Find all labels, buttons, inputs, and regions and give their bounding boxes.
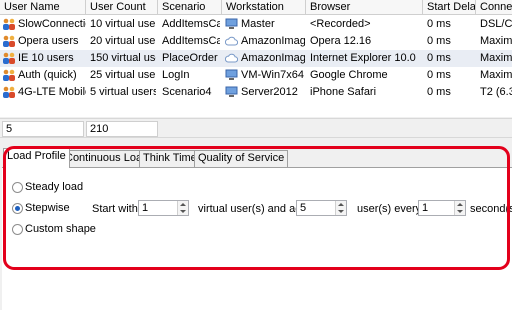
cloud-icon (225, 33, 239, 50)
cell-start-delay: 0 ms (427, 69, 451, 81)
spin-down-icon[interactable] (457, 210, 463, 213)
tab-quality-of-service[interactable]: Quality of Service (194, 150, 289, 167)
computer-icon (225, 67, 239, 84)
start-with-label: Start with (92, 203, 138, 215)
user-group-icon (2, 86, 16, 99)
cell-browser: Google Chrome (310, 69, 388, 81)
interval-stepper[interactable]: 1 (418, 200, 466, 216)
cell-browser: Opera 12.16 (310, 35, 372, 47)
summary-row: 5 210 (0, 118, 512, 138)
cell-user-count: 25 virtual users (90, 69, 156, 81)
group-count-total: 5 (2, 121, 84, 137)
column-header-connection[interactable]: Connection (476, 0, 512, 15)
cell-workstation: AmazonImage2 (241, 35, 305, 47)
steady-load-label[interactable]: Steady load (25, 180, 83, 194)
user-group-icon (2, 18, 16, 31)
column-header-user-count[interactable]: User Count (86, 0, 158, 15)
cell-connection: T2 (6.3M) (480, 86, 512, 98)
column-header-workstation[interactable]: Workstation (222, 0, 306, 15)
cell-scenario: LogIn (162, 69, 190, 81)
spin-up-icon[interactable] (338, 203, 344, 206)
stepwise-radio[interactable] (12, 203, 23, 214)
spin-up-icon[interactable] (457, 203, 463, 206)
vu-and-add-label: virtual user(s) and add (198, 203, 308, 215)
column-header-scenario[interactable]: Scenario (158, 0, 222, 15)
cell-user-name: IE 10 users (18, 52, 74, 64)
user-group-icon (2, 52, 16, 65)
table-row[interactable]: 4G-LTE Mobile 5 virtual users Scenario4 Ser… (0, 84, 512, 101)
computer-icon (225, 84, 239, 101)
user-group-icon (2, 35, 16, 48)
table-row[interactable]: Auth (quick) 25 virtual users LogIn VM-Win7… (0, 67, 512, 84)
add-users-spin-buttons[interactable] (335, 201, 346, 215)
tab-load-profile[interactable]: Load Profile (3, 148, 70, 168)
table-row[interactable]: SlowConnection 10 virtual users AddItemsCa… (0, 16, 512, 33)
user-groups-grid: User Name User Count Scenario Workstation Br… (0, 0, 512, 117)
interval-spin-buttons[interactable] (454, 201, 465, 215)
seconds-label: second(s) (470, 203, 512, 215)
cell-scenario: PlaceOrder (162, 52, 218, 64)
cell-user-name: SlowConnection (18, 18, 86, 30)
cell-start-delay: 0 ms (427, 52, 451, 64)
cell-browser: iPhone Safari (310, 86, 377, 98)
users-every-label: user(s) every (357, 203, 422, 215)
cell-user-count: 5 virtual users (90, 86, 156, 98)
interval-value: 1 (422, 202, 429, 214)
tab-think-time[interactable]: Think Time (139, 150, 201, 167)
cell-connection: Maximum (480, 52, 512, 64)
spin-down-icon[interactable] (338, 210, 344, 213)
cell-connection: DSL/Cable (480, 18, 512, 30)
cell-scenario: Scenario4 (162, 86, 212, 98)
stepwise-radio-dot (15, 206, 20, 211)
cell-start-delay: 0 ms (427, 86, 451, 98)
column-header-user-name[interactable]: User Name (0, 0, 86, 15)
cell-user-count: 150 virtual users (90, 52, 156, 64)
start-with-spin-buttons[interactable] (177, 201, 188, 215)
cell-user-name: 4G-LTE Mobile (18, 86, 86, 98)
cell-browser: Internet Explorer 10.0 (310, 52, 416, 64)
add-users-stepper[interactable]: 5 (296, 200, 347, 216)
start-with-value: 1 (142, 202, 149, 214)
cell-user-name: Opera users (18, 35, 79, 47)
cell-user-count: 10 virtual users (90, 18, 156, 30)
start-with-stepper[interactable]: 1 (138, 200, 189, 216)
custom-shape-radio[interactable] (12, 224, 23, 235)
cell-scenario: AddItemsCart (162, 35, 220, 47)
table-row[interactable]: Opera users 20 virtual users AddItemsCart A… (0, 33, 512, 50)
cell-workstation: VM-Win7x64 (241, 69, 304, 81)
user-count-total: 210 (86, 121, 158, 137)
cell-start-delay: 0 ms (427, 35, 451, 47)
spin-down-icon[interactable] (180, 210, 186, 213)
user-group-icon (2, 69, 16, 82)
cell-browser: <Recorded> (310, 18, 371, 30)
cell-connection: Maximum (480, 69, 512, 81)
cell-user-name: Auth (quick) (18, 69, 77, 81)
cloud-icon (225, 50, 239, 67)
cell-start-delay: 0 ms (427, 18, 451, 30)
cell-workstation: Master (241, 18, 275, 30)
column-header-browser[interactable]: Browser (306, 0, 423, 15)
computer-icon (225, 16, 239, 33)
cell-connection: Maximum (480, 35, 512, 47)
table-row[interactable]: IE 10 users 150 virtual users PlaceOrder Am… (0, 50, 512, 67)
cell-scenario: AddItemsCart (162, 18, 220, 30)
stepwise-label[interactable]: Stepwise (25, 201, 70, 215)
cell-workstation: Server2012 (241, 86, 298, 98)
column-header-start-delay[interactable]: Start Delay (423, 0, 476, 15)
add-users-value: 5 (300, 202, 307, 214)
spin-up-icon[interactable] (180, 203, 186, 206)
custom-shape-label[interactable]: Custom shape (25, 222, 96, 236)
cell-workstation: AmazonImage1 (241, 52, 305, 64)
cell-user-count: 20 virtual users (90, 35, 156, 47)
steady-load-radio[interactable] (12, 182, 23, 193)
